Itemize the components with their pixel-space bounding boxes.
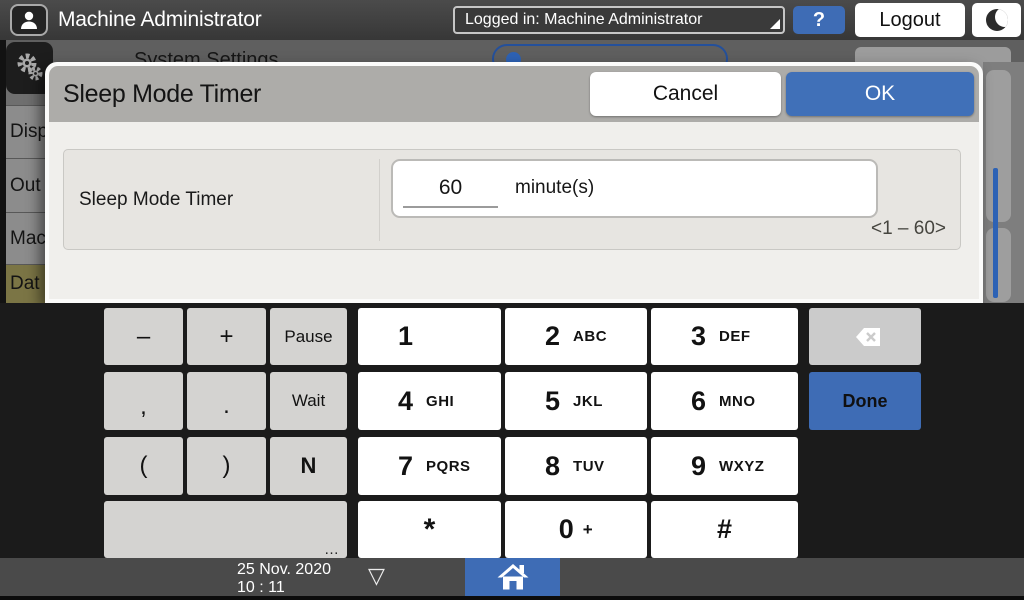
- moon-icon: [986, 9, 1008, 31]
- dialog-header: Sleep Mode Timer Cancel OK: [49, 66, 979, 122]
- energy-saver-button[interactable]: [972, 3, 1021, 37]
- minutes-unit: minute(s): [515, 177, 594, 199]
- key-5[interactable]: 5JKL: [505, 372, 647, 430]
- space-key-hint: …: [324, 541, 339, 558]
- key-comma[interactable]: ,: [104, 372, 183, 430]
- top-bar: Machine Administrator Logged in: Machine…: [0, 0, 1024, 40]
- key-asterisk[interactable]: *: [358, 501, 501, 558]
- date-time: 25 Nov. 2020 10 : 11: [237, 561, 331, 597]
- login-status-dropdown[interactable]: Logged in: Machine Administrator: [453, 6, 785, 34]
- gear-icon: [13, 51, 47, 85]
- key-pause[interactable]: Pause: [270, 308, 347, 365]
- time-text: 10 : 11: [237, 579, 331, 597]
- sleep-mode-timer-row: Sleep Mode Timer 60 minute(s) <1 – 60>: [63, 149, 961, 250]
- backspace-key[interactable]: [809, 308, 921, 365]
- key-8[interactable]: 8TUV: [505, 437, 647, 495]
- key-2[interactable]: 2ABC: [505, 308, 647, 365]
- key-4[interactable]: 4GHI: [358, 372, 501, 430]
- home-button[interactable]: [465, 558, 560, 596]
- key-n[interactable]: N: [270, 437, 347, 495]
- dialog-body: Sleep Mode Timer 60 minute(s) <1 – 60>: [49, 122, 979, 299]
- collapse-triangle-icon[interactable]: ▽: [368, 558, 385, 596]
- date-text: 25 Nov. 2020: [237, 561, 331, 579]
- key-period[interactable]: .: [187, 372, 266, 430]
- minutes-value[interactable]: 60: [403, 168, 498, 208]
- key-9[interactable]: 9WXYZ: [651, 437, 798, 495]
- done-key[interactable]: Done: [809, 372, 921, 430]
- key-hash[interactable]: #: [651, 501, 798, 558]
- sidebar-item-machine[interactable]: Mac: [6, 212, 45, 264]
- sidebar-item-display[interactable]: Disp: [6, 105, 45, 158]
- logout-button[interactable]: Logout: [855, 3, 965, 37]
- field-label: Sleep Mode Timer: [79, 150, 233, 249]
- key-3[interactable]: 3DEF: [651, 308, 798, 365]
- scrollbar-thumb[interactable]: [993, 168, 998, 298]
- field-divider: [379, 159, 380, 241]
- key-1[interactable]: 1: [358, 308, 501, 365]
- sleep-mode-timer-dialog: Sleep Mode Timer Cancel OK Sleep Mode Ti…: [45, 62, 983, 303]
- bottom-bar: 25 Nov. 2020 10 : 11 ▽: [0, 558, 1024, 600]
- key-close-paren[interactable]: ): [187, 437, 266, 495]
- key-0[interactable]: 0+: [505, 501, 647, 558]
- key-wait[interactable]: Wait: [270, 372, 347, 430]
- range-hint: <1 – 60>: [871, 218, 946, 240]
- user-badge[interactable]: [10, 4, 48, 36]
- key-open-paren[interactable]: (: [104, 437, 183, 495]
- user-icon: [17, 8, 41, 32]
- scroll-panel-upper: [986, 70, 1011, 222]
- key-6[interactable]: 6MNO: [651, 372, 798, 430]
- help-button[interactable]: ?: [793, 6, 845, 34]
- key-plus[interactable]: +: [187, 308, 266, 365]
- backspace-icon: [847, 326, 883, 348]
- home-icon: [497, 563, 529, 591]
- key-7[interactable]: 7PQRS: [358, 437, 501, 495]
- numeric-keypad: – + Pause , . Wait ( ) N … 1 2ABC 3DEF 4…: [0, 303, 1024, 558]
- minutes-input[interactable]: 60 minute(s): [391, 159, 878, 218]
- key-minus[interactable]: –: [104, 308, 183, 365]
- sidebar-item-date-selected[interactable]: Dat: [6, 264, 45, 303]
- key-space[interactable]: …: [104, 501, 347, 558]
- ok-button[interactable]: OK: [786, 72, 974, 116]
- machine-admin-screen: System Settings Disp Out Mac Dat: [0, 0, 1024, 600]
- dropdown-corner-icon: [770, 19, 780, 29]
- page-title: Machine Administrator: [58, 0, 262, 40]
- dialog-title: Sleep Mode Timer: [63, 66, 261, 122]
- sidebar-item-output[interactable]: Out: [6, 158, 45, 212]
- scroll-panel-lower: [986, 228, 1011, 302]
- cancel-button[interactable]: Cancel: [590, 72, 781, 116]
